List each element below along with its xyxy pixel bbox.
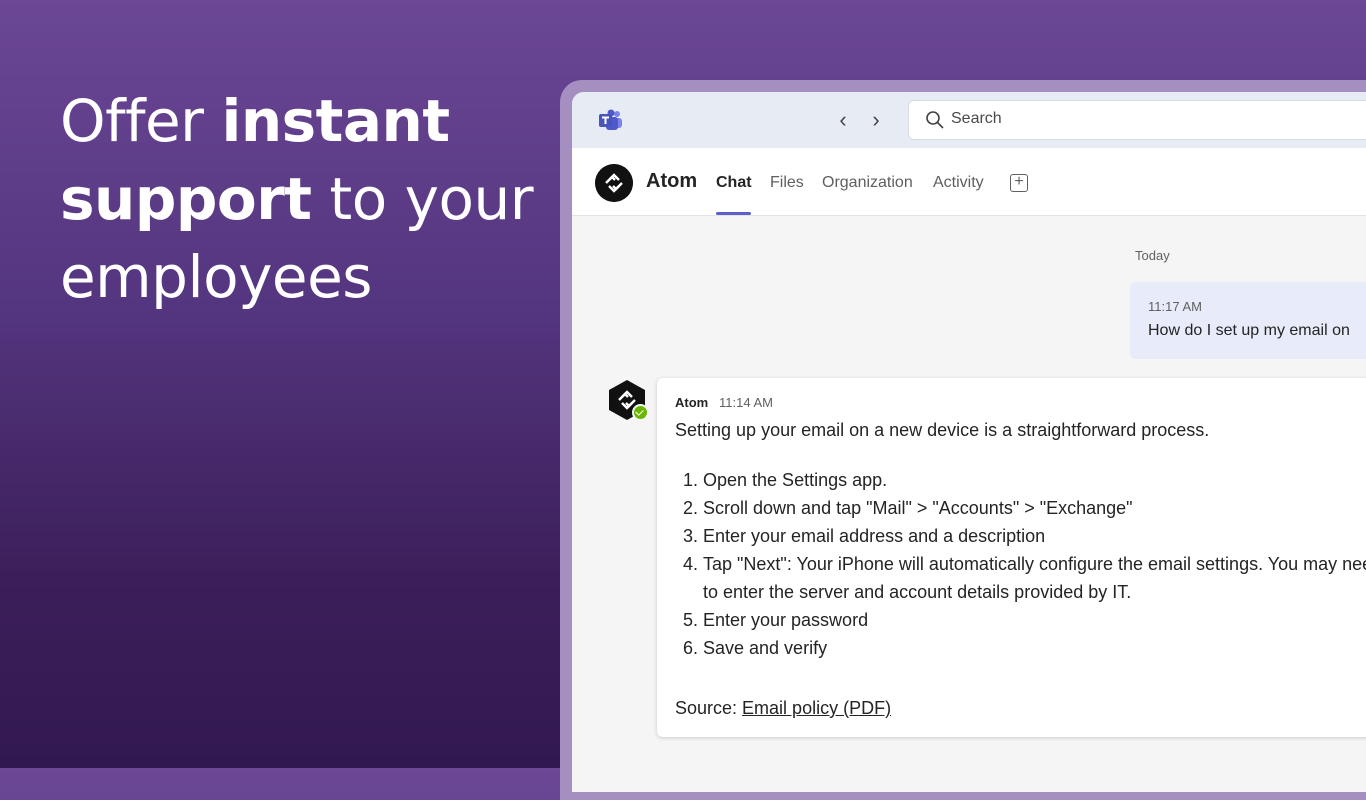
chevron-left-icon: ‹: [839, 107, 847, 132]
source-link[interactable]: Email policy (PDF): [742, 698, 891, 718]
presence-available-icon: [632, 404, 649, 421]
list-item: Enter your password: [703, 606, 1366, 634]
message-timestamp: 11:14 AM: [719, 395, 773, 410]
chevron-right-icon: ›: [872, 107, 880, 132]
plus-icon: +: [1014, 173, 1024, 190]
steps-list: Open the Settings app. Scroll down and t…: [675, 466, 1366, 662]
teams-window: ‹ › Search Atom Chat Files Organization: [572, 92, 1366, 792]
tab-files[interactable]: Files: [770, 174, 804, 192]
headline-text: Offer: [60, 87, 222, 155]
message-timestamp: 11:17 AM: [1148, 299, 1202, 314]
back-button[interactable]: ‹: [831, 106, 855, 134]
headline-emphasis: support: [60, 165, 312, 233]
message-source: Source: Email policy (PDF): [675, 698, 891, 719]
list-item: Tap "Next": Your iPhone will automatical…: [703, 550, 1366, 606]
message-text: How do I set up my email on: [1148, 322, 1350, 339]
headline-emphasis: instant: [221, 87, 450, 155]
app-header: Atom Chat Files Organization Activity +: [572, 148, 1366, 216]
search-input[interactable]: Search: [908, 100, 1366, 140]
app-name: Atom: [646, 170, 698, 192]
atom-logo-icon: [595, 164, 633, 202]
title-bar: ‹ › Search: [572, 92, 1366, 148]
headline-text: to your: [311, 165, 534, 233]
search-icon: [926, 111, 944, 129]
date-divider: Today: [1135, 248, 1170, 263]
message-sender: Atom: [675, 395, 709, 410]
tab-activity[interactable]: Activity: [933, 174, 984, 192]
message-intro: Setting up your email on a new device is…: [675, 420, 1210, 440]
tab-organization[interactable]: Organization: [822, 174, 913, 192]
add-tab-button[interactable]: +: [1010, 174, 1028, 192]
bot-reply-message[interactable]: Atom 11:14 AM Setting up your email on a…: [657, 378, 1366, 737]
list-item: Scroll down and tap "Mail" > "Accounts" …: [703, 494, 1366, 522]
hero-headline: Offer instant support to your employees: [60, 82, 540, 316]
teams-logo-icon: [599, 109, 622, 130]
tab-chat[interactable]: Chat: [716, 174, 752, 192]
forward-button[interactable]: ›: [864, 106, 888, 134]
list-item: Save and verify: [703, 634, 1366, 662]
list-item: Enter your email address and a descripti…: [703, 522, 1366, 550]
search-placeholder: Search: [951, 110, 1002, 127]
sent-message[interactable]: 11:17 AM How do I set up my email on: [1130, 282, 1366, 359]
headline-text: employees: [60, 243, 373, 311]
list-item: Open the Settings app.: [703, 466, 1366, 494]
active-tab-indicator: [716, 212, 751, 215]
source-label: Source:: [675, 698, 743, 718]
